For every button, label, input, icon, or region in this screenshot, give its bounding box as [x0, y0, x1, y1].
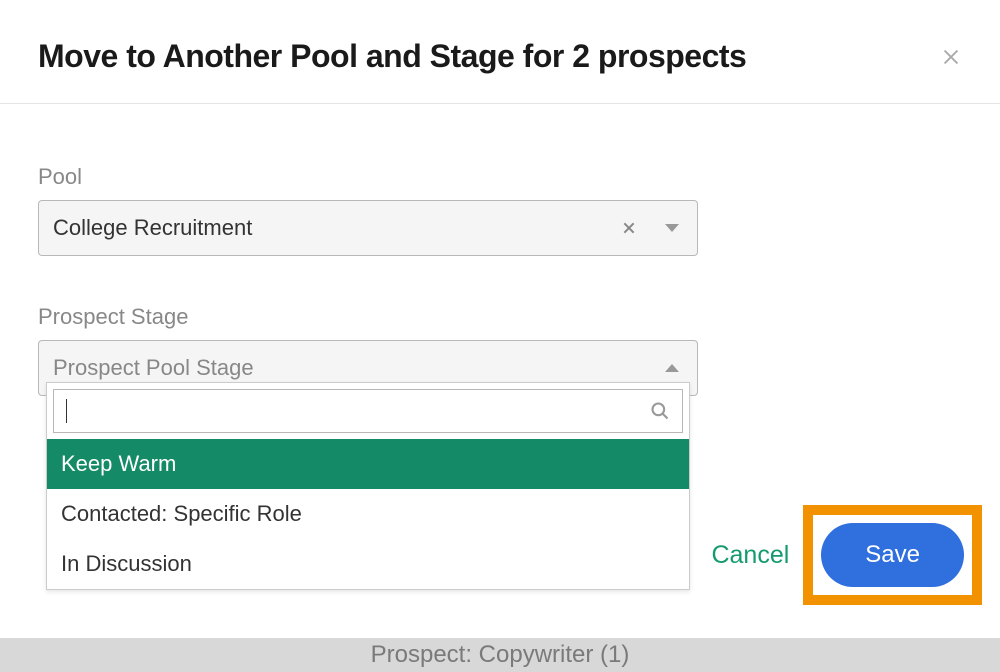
stage-label: Prospect Stage	[38, 304, 962, 330]
search-input-container	[53, 389, 683, 433]
pool-selected-value: College Recruitment	[53, 215, 621, 241]
close-icon[interactable]	[940, 46, 962, 68]
pool-label: Pool	[38, 164, 962, 190]
modal-body: Pool College Recruitment Prospect Stage …	[0, 104, 1000, 396]
stage-option-in-discussion[interactable]: In Discussion	[47, 539, 689, 589]
save-highlight-box: Save	[803, 505, 982, 605]
background-strip: Prospect: Copywriter (1)	[0, 638, 1000, 672]
save-button[interactable]: Save	[821, 523, 964, 587]
footer-actions: Cancel Save	[711, 505, 982, 605]
stage-search-input[interactable]	[67, 400, 650, 423]
modal-title: Move to Another Pool and Stage for 2 pro…	[38, 38, 746, 75]
search-icon	[650, 401, 670, 421]
background-strip-text: Prospect: Copywriter (1)	[371, 641, 630, 669]
chevron-up-icon[interactable]	[665, 364, 679, 372]
clear-icon[interactable]	[621, 220, 637, 236]
search-wrap	[47, 383, 689, 439]
cancel-button[interactable]: Cancel	[711, 541, 789, 570]
pool-select[interactable]: College Recruitment	[38, 200, 698, 256]
stage-dropdown-panel: Keep Warm Contacted: Specific Role In Di…	[46, 382, 690, 590]
modal-header: Move to Another Pool and Stage for 2 pro…	[0, 0, 1000, 104]
stage-placeholder: Prospect Pool Stage	[53, 355, 665, 381]
chevron-down-icon[interactable]	[665, 224, 679, 232]
pool-field-group: Pool College Recruitment	[38, 164, 962, 256]
stage-option-contacted[interactable]: Contacted: Specific Role	[47, 489, 689, 539]
stage-option-keep-warm[interactable]: Keep Warm	[47, 439, 689, 489]
